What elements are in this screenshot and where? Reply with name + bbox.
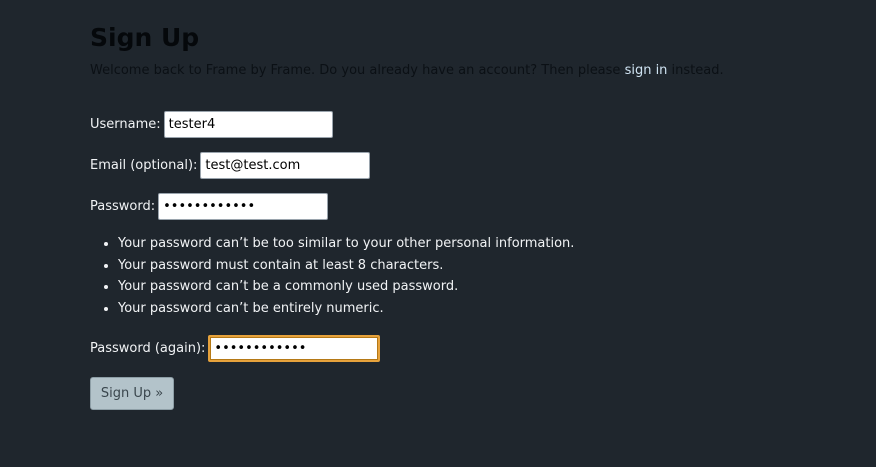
password-help-item: Your password can’t be a commonly used p… <box>118 276 574 298</box>
email-row: Email (optional): <box>90 151 371 179</box>
password-confirm-row: Password (again): <box>90 334 381 362</box>
email-input[interactable] <box>200 151 371 179</box>
password-confirm-input[interactable] <box>208 334 381 362</box>
intro-text-after: instead. <box>667 63 724 78</box>
password-help-list: Your password can’t be too similar to yo… <box>90 233 574 319</box>
username-label: Username: <box>90 116 161 132</box>
email-label: Email (optional): <box>90 157 198 173</box>
intro-text: Welcome back to Frame by Frame. Do you a… <box>90 62 724 80</box>
password-row: Password: <box>90 192 329 220</box>
signup-page: Sign Up Welcome back to Frame by Frame. … <box>0 0 876 467</box>
page-title: Sign Up <box>90 23 200 52</box>
password-help-item: Your password must contain at least 8 ch… <box>118 255 574 277</box>
password-help-item: Your password can’t be too similar to yo… <box>118 233 574 255</box>
password-confirm-label: Password (again): <box>90 340 206 356</box>
password-input[interactable] <box>158 192 329 220</box>
sign-in-link[interactable]: sign in <box>625 63 668 78</box>
password-help-item: Your password can’t be entirely numeric. <box>118 298 574 320</box>
username-row: Username: <box>90 110 333 138</box>
sign-up-button[interactable]: Sign Up » <box>90 377 174 410</box>
password-label: Password: <box>90 198 156 214</box>
intro-text-before: Welcome back to Frame by Frame. Do you a… <box>90 63 625 78</box>
username-input[interactable] <box>163 110 333 138</box>
